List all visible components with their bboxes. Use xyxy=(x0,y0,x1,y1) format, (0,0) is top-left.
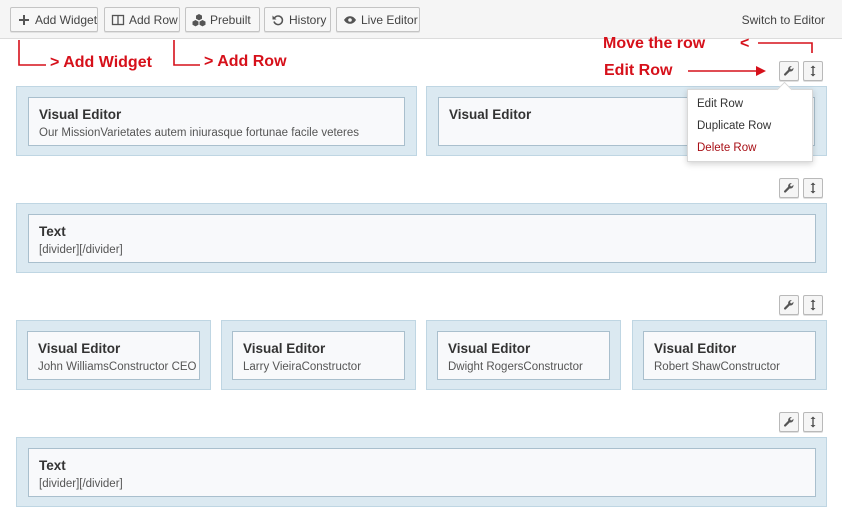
row-1-edit-button[interactable] xyxy=(779,61,799,81)
widget-description: [divider][/divider] xyxy=(39,478,123,490)
row-2-edit-button[interactable] xyxy=(779,178,799,198)
row-3-move-handle[interactable] xyxy=(803,295,823,315)
row-2-move-handle[interactable] xyxy=(803,178,823,198)
menu-delete-row[interactable]: Delete Row xyxy=(697,142,756,154)
move-row-arrow-head: < xyxy=(740,35,750,52)
row-4-move-handle[interactable] xyxy=(803,412,823,432)
wrench-icon xyxy=(783,300,794,310)
widget-title: Visual Editor xyxy=(449,107,532,122)
menu-edit-row[interactable]: Edit Row xyxy=(697,98,743,110)
widget-description: [divider][/divider] xyxy=(39,244,123,256)
widget-description: Larry VieiraConstructor xyxy=(243,361,362,373)
widget-description: Our MissionVarietates autem iniurasque f… xyxy=(39,127,360,139)
row-3-cell-2[interactable]: Visual Editor Larry VieiraConstructor xyxy=(221,320,416,390)
row-3-edit-button[interactable] xyxy=(779,295,799,315)
row-actions-menu: Edit Row Duplicate Row Delete Row xyxy=(687,89,813,162)
move-row-pointer xyxy=(758,42,813,53)
visual-editor-widget[interactable]: Visual Editor Dwight RogersConstructor xyxy=(437,331,610,380)
widget-title: Visual Editor xyxy=(39,107,122,122)
widget-title: Visual Editor xyxy=(38,341,121,356)
wrench-icon xyxy=(783,66,794,76)
widget-title: Text xyxy=(39,458,66,473)
widget-description: John WilliamsConstructor CEO xyxy=(38,361,197,373)
vertical-move-icon xyxy=(810,182,816,194)
wrench-icon xyxy=(783,417,794,427)
text-widget[interactable]: Text [divider][/divider] xyxy=(28,214,816,263)
widget-description: Dwight RogersConstructor xyxy=(448,361,583,373)
vertical-move-icon xyxy=(810,416,816,428)
menu-duplicate-row[interactable]: Duplicate Row xyxy=(697,120,771,132)
wrench-icon xyxy=(783,183,794,193)
row-4-edit-button[interactable] xyxy=(779,412,799,432)
text-widget[interactable]: Text [divider][/divider] xyxy=(28,448,816,497)
visual-editor-widget[interactable]: Visual Editor John WilliamsConstructor C… xyxy=(27,331,200,380)
visual-editor-widget[interactable]: Visual Editor Robert ShawConstructor xyxy=(643,331,816,380)
row-2-cell-1[interactable]: Text [divider][/divider] xyxy=(16,203,827,273)
add-row-annotation: > Add Row xyxy=(204,53,287,70)
edit-row-annotation: Edit Row xyxy=(604,62,673,79)
row-3-cell-1[interactable]: Visual Editor John WilliamsConstructor C… xyxy=(16,320,211,390)
vertical-move-icon xyxy=(810,299,816,311)
row-1-move-handle[interactable] xyxy=(803,61,823,81)
widget-title: Text xyxy=(39,224,66,239)
row-1-cell-1[interactable]: Visual Editor Our MissionVarietates aute… xyxy=(16,86,417,156)
widget-title: Visual Editor xyxy=(654,341,737,356)
widget-title: Visual Editor xyxy=(243,341,326,356)
add-widget-pointer xyxy=(18,40,46,66)
row-3-cell-3[interactable]: Visual Editor Dwight RogersConstructor xyxy=(426,320,621,390)
add-widget-annotation: > Add Widget xyxy=(50,54,152,71)
row-4-cell-1[interactable]: Text [divider][/divider] xyxy=(16,437,827,507)
widget-title: Visual Editor xyxy=(448,341,531,356)
add-row-pointer xyxy=(173,40,200,66)
vertical-move-icon xyxy=(810,65,816,77)
move-row-annotation: Move the row xyxy=(603,35,706,52)
edit-row-arrowhead xyxy=(756,66,766,76)
row-3-cell-4[interactable]: Visual Editor Robert ShawConstructor xyxy=(632,320,827,390)
visual-editor-widget[interactable]: Visual Editor Our MissionVarietates aute… xyxy=(28,97,405,146)
visual-editor-widget[interactable]: Visual Editor Larry VieiraConstructor xyxy=(232,331,405,380)
widget-description: Robert ShawConstructor xyxy=(654,361,780,373)
